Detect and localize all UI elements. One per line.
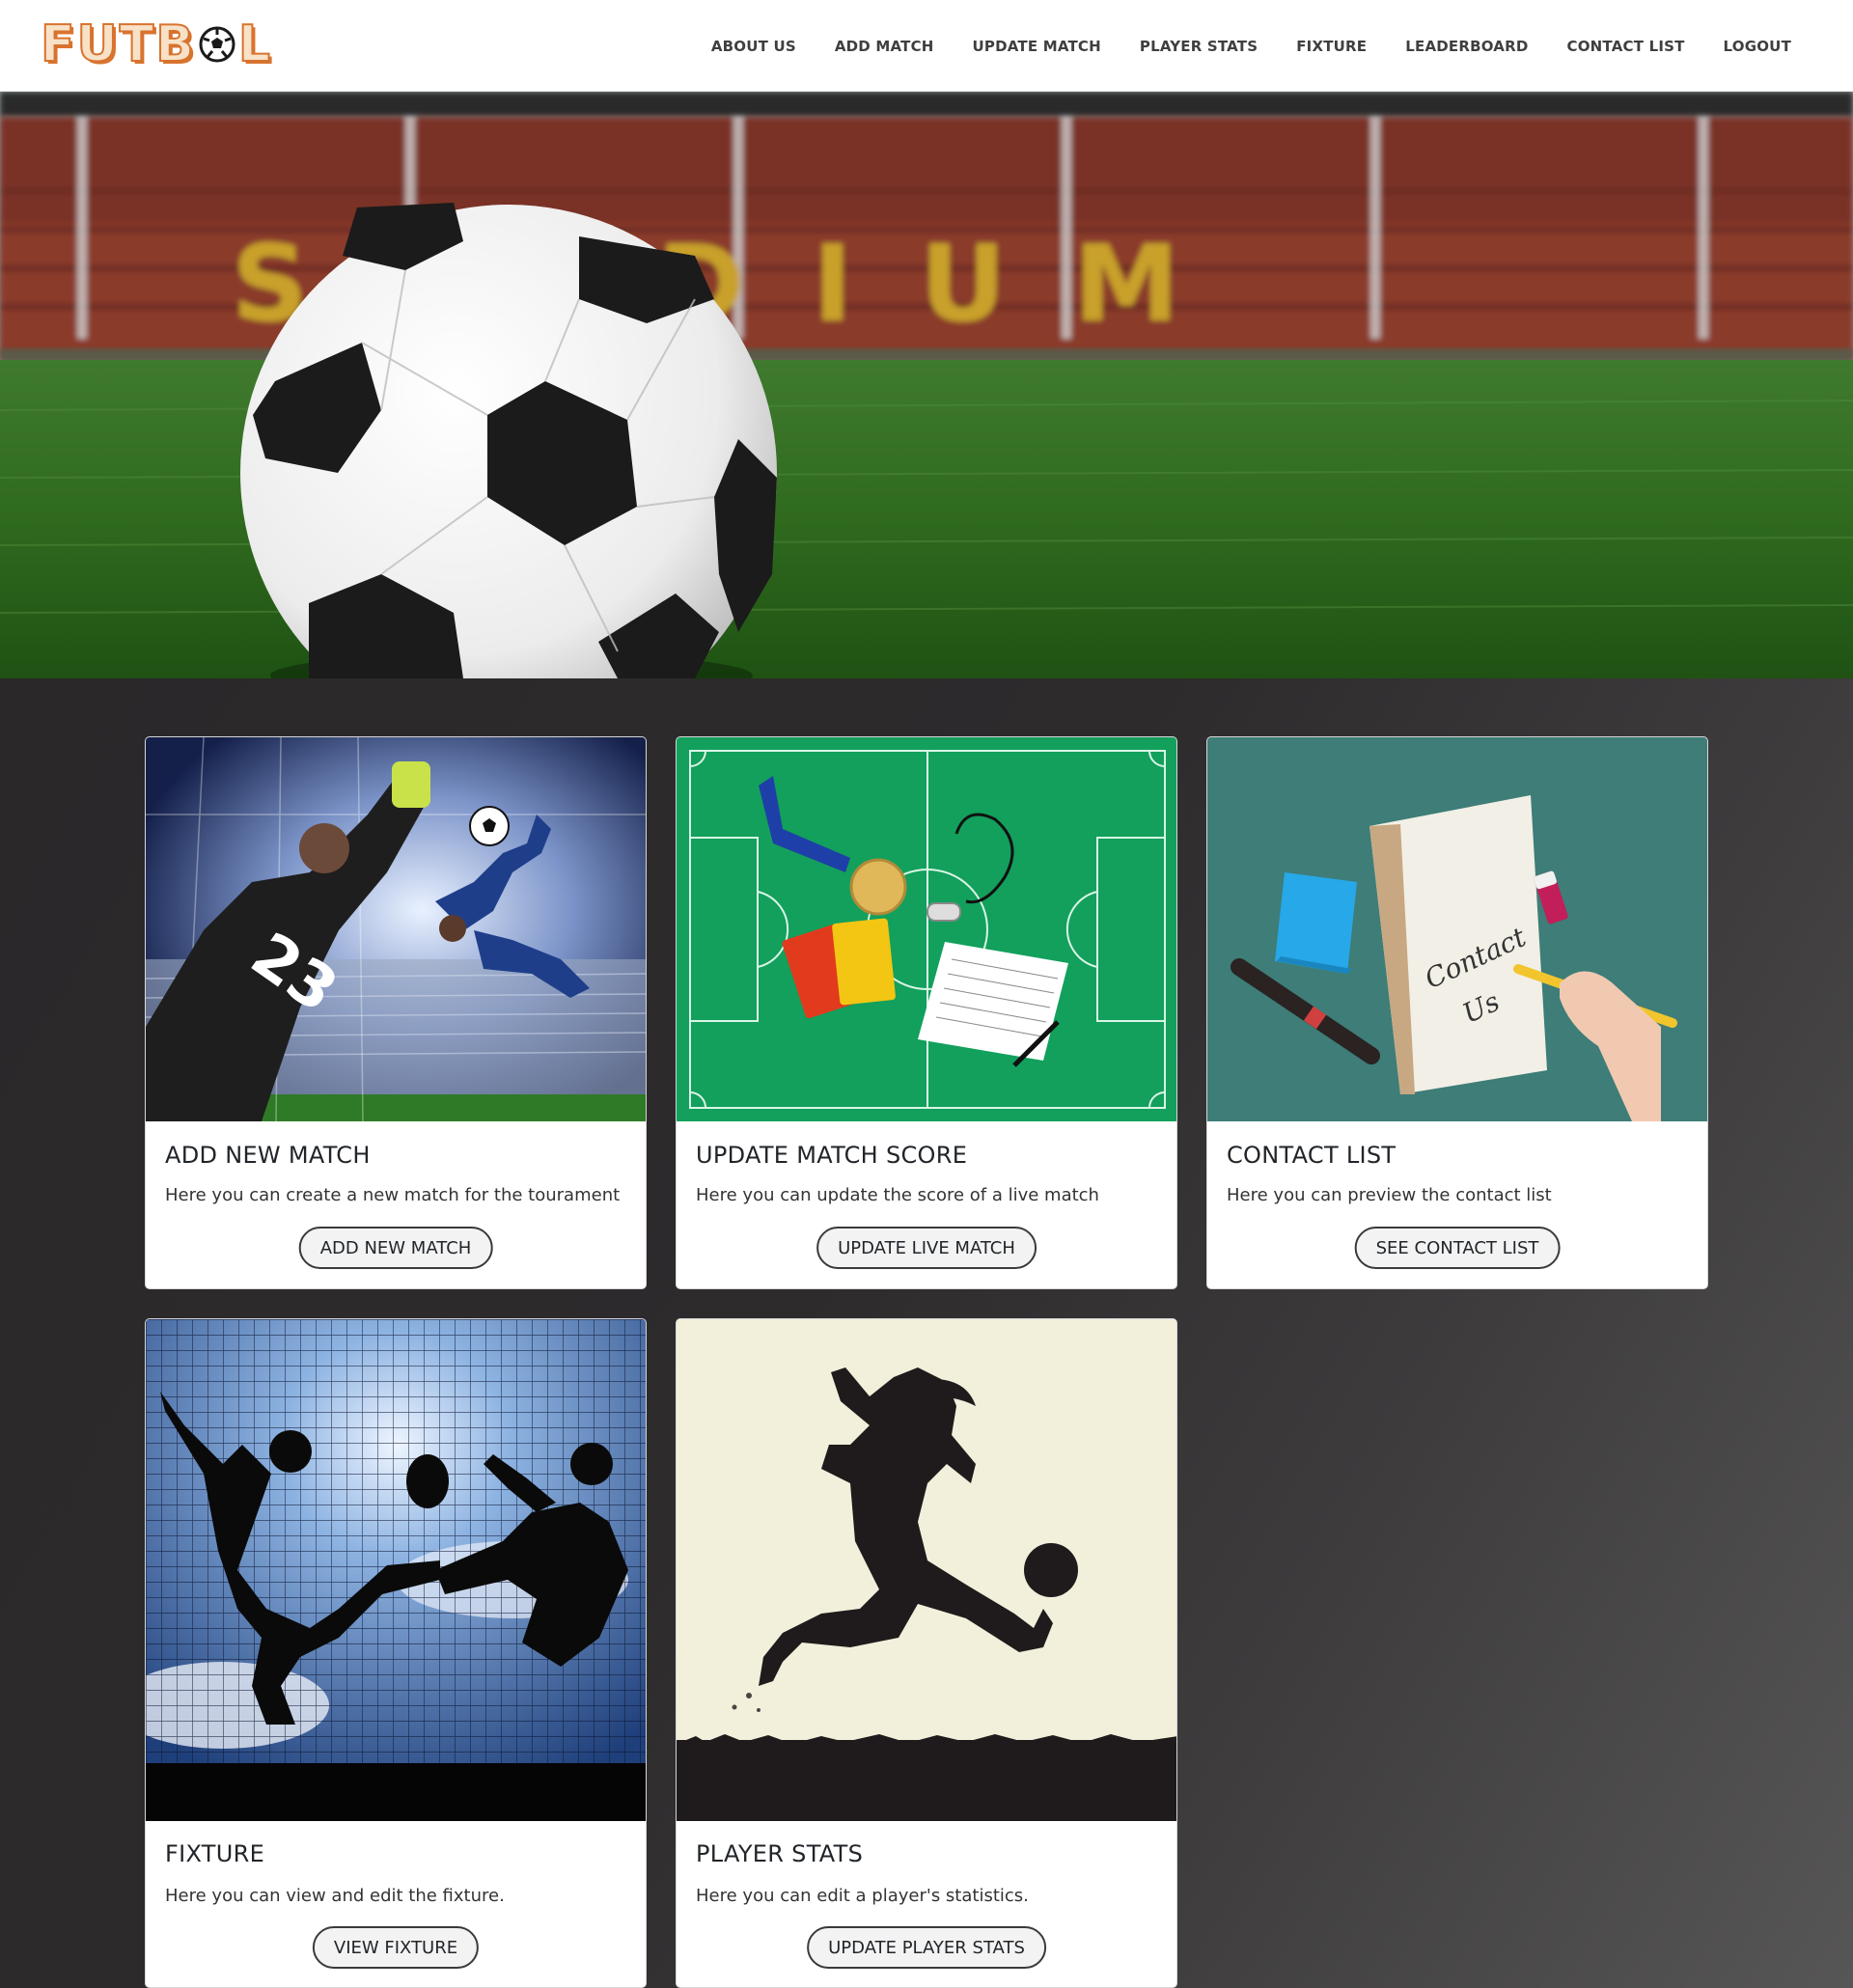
nav-add-match[interactable]: ADD MATCH xyxy=(816,38,954,55)
card-description: Here you can preview the contact list xyxy=(1227,1185,1552,1205)
card-title: PLAYER STATS xyxy=(696,1840,864,1867)
contact-list-image: Contact Us xyxy=(1207,737,1707,1121)
player-stats-image xyxy=(677,1319,1176,1821)
card-title: CONTACT LIST xyxy=(1227,1142,1397,1169)
futbol-logo[interactable]: FUTB L xyxy=(40,15,272,73)
nav-logout[interactable]: LOGOUT xyxy=(1704,38,1811,55)
hero-stadium-image: STADIUM xyxy=(0,92,1853,678)
card-add-new-match: 23 ADD NEW MATCH Here you can create a n… xyxy=(145,736,647,1289)
soccer-ball-icon xyxy=(199,26,235,63)
top-navbar: FUTB L ABOUT US ADD MATCH UPDATE MATCH P… xyxy=(0,0,1853,92)
card-player-stats: PLAYER STATS Here you can edit a player'… xyxy=(676,1318,1177,1988)
logo-text-left: FUTB xyxy=(40,15,196,73)
see-contact-list-button[interactable]: SEE CONTACT LIST xyxy=(1354,1227,1561,1269)
card-fixture: FIXTURE Here you can view and edit the f… xyxy=(145,1318,647,1988)
update-live-match-button[interactable]: UPDATE LIVE MATCH xyxy=(816,1227,1037,1269)
update-player-stats-button[interactable]: UPDATE PLAYER STATS xyxy=(807,1926,1046,1969)
card-description: Here you can edit a player's statistics. xyxy=(696,1886,1029,1906)
card-update-match-score: UPDATE MATCH SCORE Here you can update t… xyxy=(676,736,1177,1289)
logo-text-right: L xyxy=(237,15,272,73)
add-new-match-button[interactable]: ADD NEW MATCH xyxy=(298,1227,493,1269)
nav-menu: ABOUT US ADD MATCH UPDATE MATCH PLAYER S… xyxy=(692,0,1811,92)
card-contact-list: Contact Us CONTACT LIST Here you can pre… xyxy=(1206,736,1708,1289)
card-description: Here you can view and edit the fixture. xyxy=(165,1886,505,1906)
hero-banner: STADIUM xyxy=(0,92,1853,678)
card-description: Here you can update the score of a live … xyxy=(696,1185,1099,1205)
view-fixture-button[interactable]: VIEW FIXTURE xyxy=(312,1926,480,1969)
update-match-image xyxy=(677,737,1176,1121)
fixture-image xyxy=(146,1319,646,1821)
nav-player-stats[interactable]: PLAYER STATS xyxy=(1120,38,1277,55)
add-match-image: 23 xyxy=(146,737,646,1121)
card-title: UPDATE MATCH SCORE xyxy=(696,1142,968,1169)
nav-contact-list[interactable]: CONTACT LIST xyxy=(1548,38,1704,55)
nav-update-match[interactable]: UPDATE MATCH xyxy=(954,38,1120,55)
card-description: Here you can create a new match for the … xyxy=(165,1185,621,1205)
card-title: FIXTURE xyxy=(165,1840,265,1867)
card-title: ADD NEW MATCH xyxy=(165,1142,371,1169)
nav-about-us[interactable]: ABOUT US xyxy=(692,38,816,55)
nav-leaderboard[interactable]: LEADERBOARD xyxy=(1386,38,1547,55)
nav-fixture[interactable]: FIXTURE xyxy=(1277,38,1386,55)
